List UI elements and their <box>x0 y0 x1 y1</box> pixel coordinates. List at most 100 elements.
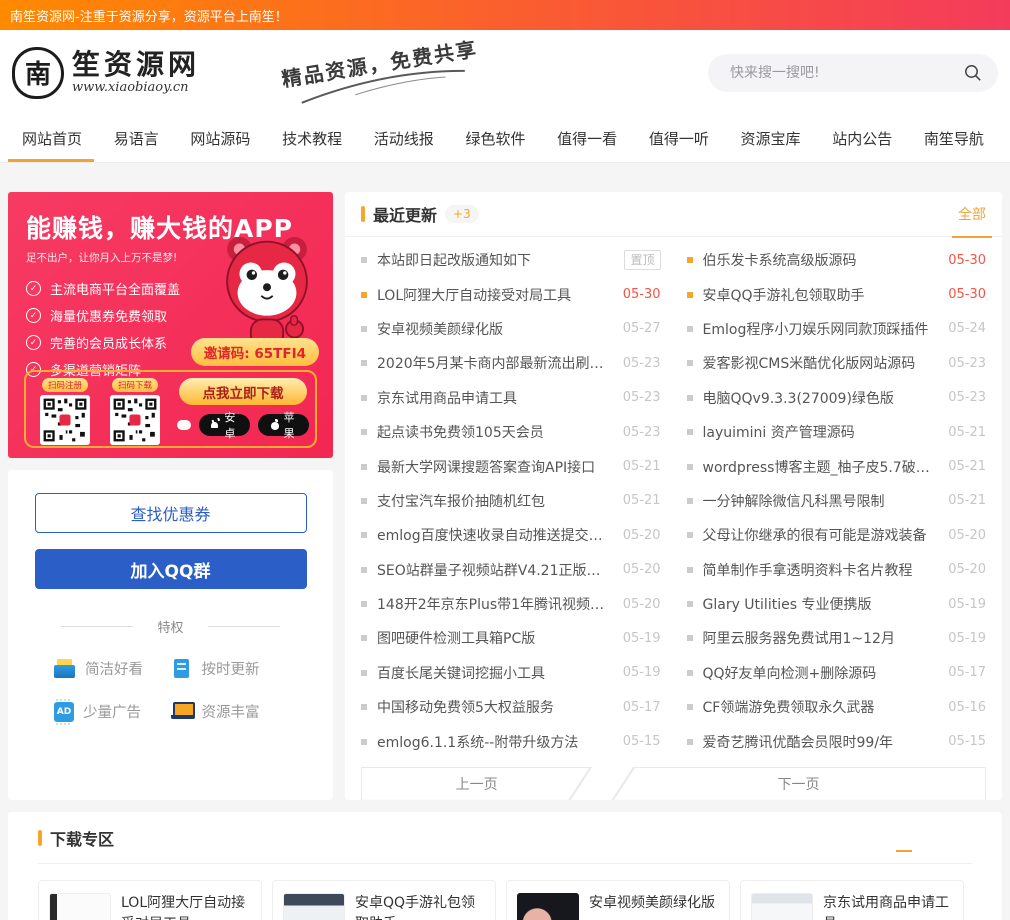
download-card[interactable]: 京东试用商品申请工具 ★★★☆☆ / 2020-05- <box>740 880 964 920</box>
nav-item[interactable]: 值得一听 <box>649 115 709 162</box>
article-row[interactable]: 京东试用商品申请工具 05-23 <box>361 381 661 415</box>
find-coupon-button[interactable]: 查找优惠券 <box>35 493 307 533</box>
article-row[interactable]: 图吧硬件检测工具箱PC版 05-19 <box>361 621 661 655</box>
article-row[interactable]: layuimini 资产管理源码 05-21 <box>687 415 987 449</box>
article-row[interactable]: 父母让你继承的很有可能是游戏装备 05-20 <box>687 518 987 552</box>
article-title[interactable]: 148开2年京东Plus带1年腾讯视频会员 <box>377 594 613 614</box>
article-row[interactable]: 电脑QQv9.3.3(27009)绿色版 05-23 <box>687 381 987 415</box>
article-title[interactable]: 京东试用商品申请工具 <box>377 388 613 408</box>
nav-item[interactable]: 技术教程 <box>282 115 342 162</box>
article-row[interactable]: 阿里云服务器免费试用1~12月 05-19 <box>687 621 987 655</box>
article-title[interactable]: wordpress博客主题_柚子皮5.7破解无限制版 <box>703 457 939 477</box>
article-row[interactable]: 简单制作手拿透明资料卡名片教程 05-20 <box>687 553 987 587</box>
card-title[interactable]: 安卓视频美颜绿化版 <box>589 893 718 914</box>
article-title[interactable]: 本站即日起改版通知如下 <box>377 250 614 270</box>
article-title[interactable]: LOL阿狸大厅自动接受对局工具 <box>377 285 613 305</box>
article-title[interactable]: emlog6.1.1系统--附带升级方法 <box>377 732 613 752</box>
article-title[interactable]: 2020年5月某卡商内部最新流出刷钻代码 全... <box>377 353 613 373</box>
download-card[interactable]: 安卓视频美颜绿化版 ★★★☆☆ / 2020-05- <box>506 880 730 920</box>
article-row[interactable]: QQ好友单向检测+删除源码 05-17 <box>687 656 987 690</box>
article-title[interactable]: 中国移动免费领5大权益服务 <box>377 697 613 717</box>
article-title[interactable]: 起点读书免费领105天会员 <box>377 422 613 442</box>
search-icon[interactable] <box>964 64 982 82</box>
download-card[interactable]: 安卓QQ手游礼包领取助手 <box>272 880 496 920</box>
article-title[interactable]: 安卓QQ手游礼包领取助手 <box>703 285 939 305</box>
site-logo[interactable]: 南 笙资源网 www.xiaobiaoy.cn <box>12 47 200 99</box>
article-title[interactable]: 简单制作手拿透明资料卡名片教程 <box>703 560 939 580</box>
card-title[interactable]: LOL阿狸大厅自动接受对局工具 <box>121 893 251 920</box>
article-title[interactable]: 父母让你继承的很有可能是游戏装备 <box>703 525 939 545</box>
nav-item[interactable]: 值得一看 <box>557 115 617 162</box>
article-row[interactable]: 支付宝汽车报价抽随机红包 05-21 <box>361 484 661 518</box>
article-row[interactable]: LOL阿狸大厅自动接受对局工具 05-30 <box>361 277 661 311</box>
download-now-button[interactable]: 点我立即下载 <box>179 378 307 405</box>
article-row[interactable]: 爱客影视CMS米酷优化版网站源码 05-23 <box>687 346 987 380</box>
article-title[interactable]: 最新大学网课搜题答案查询API接口 <box>377 457 613 477</box>
article-row[interactable]: 百度长尾关键词挖掘小工具 05-19 <box>361 656 661 690</box>
nav-item[interactable]: 网站源码 <box>190 115 250 162</box>
article-title[interactable]: layuimini 资产管理源码 <box>703 422 939 442</box>
article-title[interactable]: 阿里云服务器免费试用1~12月 <box>703 628 939 648</box>
bullet-icon <box>361 635 367 641</box>
nav-item[interactable]: 易语言 <box>114 115 159 162</box>
nav-item[interactable]: 站内公告 <box>832 115 892 162</box>
article-row[interactable]: Glary Utilities 专业便携版 05-19 <box>687 587 987 621</box>
article-title[interactable]: 一分钟解除微信凡科黑号限制 <box>703 491 939 511</box>
article-title[interactable]: emlog百度快速收录自动推送提交插件 <box>377 525 613 545</box>
article-row[interactable]: 中国移动免费领5大权益服务 05-17 <box>361 690 661 724</box>
promo-ad-card[interactable]: 能赚钱，赚大钱的APP 足不出户，让你月入上万不是梦! 主流电商平台全面覆盖 海… <box>8 192 333 458</box>
card-title[interactable]: 安卓QQ手游礼包领取助手 <box>355 893 485 920</box>
search-input[interactable] <box>730 65 964 81</box>
join-qq-group-button[interactable]: 加入QQ群 <box>35 549 307 589</box>
platform-download-button[interactable]: 安卓 <box>199 414 250 436</box>
nav-item[interactable]: 网站首页 <box>22 115 82 162</box>
article-row[interactable]: 伯乐发卡系统高级版源码 05-30 <box>687 243 987 277</box>
nav-item[interactable]: 活动线报 <box>374 115 434 162</box>
article-list-left: 本站即日起改版通知如下 置顶 LOL阿狸大厅自动接受对局工具 05-30 安卓视… <box>361 243 661 759</box>
article-title[interactable]: SEO站群量子视频站群V4.21正版源码 <box>377 560 613 580</box>
article-title[interactable]: 爱奇艺腾讯优酷会员限时99/年 <box>703 732 939 752</box>
nav-item[interactable]: 绿色软件 <box>465 115 525 162</box>
article-title[interactable]: 电脑QQv9.3.3(27009)绿色版 <box>703 388 939 408</box>
nav-item[interactable]: 南笙导航 <box>924 115 984 162</box>
bullet-icon <box>687 739 693 745</box>
article-row[interactable]: CF领端游免费领取永久武器 05-16 <box>687 690 987 724</box>
article-row[interactable]: 爱奇艺腾讯优酷会员限时99/年 05-15 <box>687 724 987 758</box>
privilege-title: 特权 <box>157 617 183 636</box>
article-row[interactable]: wordpress博客主题_柚子皮5.7破解无限制版 05-21 <box>687 449 987 483</box>
prev-page-button[interactable]: 上一页 <box>361 767 592 800</box>
article-date: 05-20 <box>948 528 986 543</box>
article-title[interactable]: 百度长尾关键词挖掘小工具 <box>377 663 613 683</box>
view-all-link[interactable]: 全部 <box>958 204 986 224</box>
article-title[interactable]: 爱客影视CMS米酷优化版网站源码 <box>703 353 939 373</box>
article-row[interactable]: Emlog程序小刀娱乐网同款顶踩插件 05-24 <box>687 312 987 346</box>
article-title[interactable]: Emlog程序小刀娱乐网同款顶踩插件 <box>703 319 939 339</box>
article-row[interactable]: SEO站群量子视频站群V4.21正版源码 05-20 <box>361 553 661 587</box>
article-row[interactable]: 起点读书免费领105天会员 05-23 <box>361 415 661 449</box>
article-row[interactable]: 本站即日起改版通知如下 置顶 <box>361 243 661 277</box>
article-title[interactable]: 图吧硬件检测工具箱PC版 <box>377 628 613 648</box>
platform-download-button[interactable]: 苹果 <box>258 414 309 436</box>
article-title[interactable]: 伯乐发卡系统高级版源码 <box>703 250 939 270</box>
article-row[interactable]: 148开2年京东Plus带1年腾讯视频会员 05-20 <box>361 587 661 621</box>
article-title[interactable]: CF领端游免费领取永久武器 <box>703 697 939 717</box>
bullet-icon <box>361 567 367 573</box>
article-title[interactable]: Glary Utilities 专业便携版 <box>703 594 939 614</box>
next-page-button[interactable]: 下一页 <box>611 767 986 800</box>
article-row[interactable]: 2020年5月某卡商内部最新流出刷钻代码 全... 05-23 <box>361 346 661 380</box>
article-row[interactable]: 一分钟解除微信凡科黑号限制 05-21 <box>687 484 987 518</box>
nav-item[interactable]: 资源宝库 <box>741 115 801 162</box>
article-row[interactable]: emlog百度快速收录自动推送提交插件 05-20 <box>361 518 661 552</box>
download-card[interactable]: LOL阿狸大厅自动接受对局工具 <box>38 880 262 920</box>
article-list-right: 伯乐发卡系统高级版源码 05-30 安卓QQ手游礼包领取助手 05-30 Eml… <box>687 243 987 759</box>
article-title[interactable]: 支付宝汽车报价抽随机红包 <box>377 491 613 511</box>
card-title[interactable]: 京东试用商品申请工具 <box>823 893 953 920</box>
article-title[interactable]: QQ好友单向检测+删除源码 <box>703 663 939 683</box>
article-title[interactable]: 安卓视频美颜绿化版 <box>377 319 613 339</box>
article-row[interactable]: emlog6.1.1系统--附带升级方法 05-15 <box>361 724 661 758</box>
article-row[interactable]: 安卓QQ手游礼包领取助手 05-30 <box>687 277 987 311</box>
bullet-icon <box>687 360 693 366</box>
search-box[interactable] <box>708 54 998 92</box>
article-row[interactable]: 最新大学网课搜题答案查询API接口 05-21 <box>361 449 661 483</box>
article-row[interactable]: 安卓视频美颜绿化版 05-27 <box>361 312 661 346</box>
